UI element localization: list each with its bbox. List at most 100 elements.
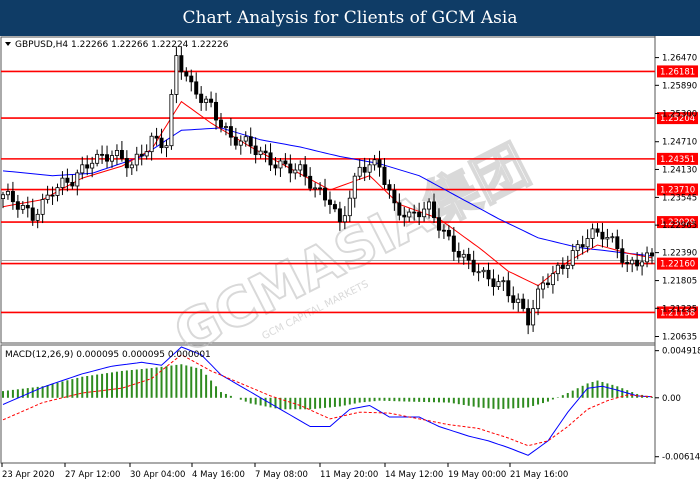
price-tick-label: 1.23545 (662, 193, 697, 203)
candle-body (635, 259, 640, 267)
macd-tick-label: 0.00 (662, 394, 681, 404)
candle-body (332, 204, 337, 210)
time-tick-label: 19 May 00:00 (448, 470, 506, 480)
candle-body (407, 211, 412, 218)
candle-body (347, 197, 352, 217)
candle-body (159, 137, 164, 149)
candle-body (293, 169, 298, 174)
candle-body (60, 177, 65, 188)
candle-body (124, 158, 129, 169)
candle-body (283, 160, 288, 165)
candle-body (25, 205, 30, 209)
candle-body (362, 166, 367, 173)
candle-body (560, 264, 565, 269)
candle-body (625, 262, 630, 265)
candle-body (248, 136, 253, 147)
candle-body (650, 252, 655, 257)
price-tick-label: 1.25300 (662, 110, 697, 120)
candle-body (590, 228, 595, 239)
candle-body (273, 164, 278, 169)
candle-body (531, 308, 536, 326)
price-tick-label: 1.22965 (662, 221, 697, 231)
candle-body (565, 264, 570, 269)
candle-body (387, 184, 392, 191)
candle-body (427, 201, 432, 210)
candle-body (506, 280, 511, 297)
candle-body (432, 201, 437, 219)
candle-body (417, 211, 422, 218)
candle-body (194, 81, 199, 95)
candle-body (471, 259, 476, 273)
macd-tick-label: 0.004918 (662, 347, 700, 357)
candle-body (303, 164, 308, 177)
candle-body (85, 164, 90, 169)
candle-body (402, 214, 407, 218)
candle-body (526, 308, 531, 326)
candle-body (278, 160, 283, 169)
candle-body (10, 191, 15, 203)
candle-body (233, 136, 238, 146)
candle-body (139, 153, 144, 157)
candle-body (491, 278, 496, 287)
candle-body (50, 194, 55, 197)
candle-body (476, 271, 481, 274)
macd-axis: 0.004918 0.00 -0.006149 (655, 347, 700, 463)
candle-body (342, 215, 347, 223)
candle-body (352, 175, 357, 199)
candle-body (595, 228, 600, 233)
candle-body (600, 231, 605, 240)
price-tick-label: 1.24130 (662, 165, 697, 175)
candle-body (555, 264, 560, 275)
candle-body (15, 201, 20, 210)
candle-body (109, 155, 114, 162)
candle-body (35, 213, 40, 221)
price-axis: 1.26470 1.25890 1.25300 1.24710 1.24130 1.235… (655, 54, 697, 343)
candle-body (436, 217, 441, 231)
candle-body (263, 150, 268, 154)
candle-body (550, 273, 555, 286)
candle-body (105, 154, 110, 162)
time-tick-label: 23 Apr 2020 (2, 470, 55, 480)
candle-body (541, 282, 546, 290)
candle-body (154, 135, 159, 139)
candle-body (223, 126, 228, 128)
candle-body (80, 164, 85, 174)
level-price-label: 1.22160 (660, 260, 695, 270)
candle-body (268, 152, 273, 166)
candle-body (119, 150, 124, 159)
candle-body (100, 153, 105, 156)
candle-body (164, 145, 169, 149)
candle-body (114, 150, 119, 156)
candle-body (372, 159, 377, 166)
candle-body (70, 181, 75, 187)
candle-body (481, 269, 486, 273)
candle-body (357, 166, 362, 177)
candle-body (298, 164, 303, 171)
macd-info: MACD(12,26,9) 0.000095 0.000095 0.000001 (5, 350, 211, 360)
candle-body (536, 288, 541, 310)
candle-body (214, 101, 219, 121)
time-tick-label: 4 May 16:00 (192, 470, 245, 480)
price-tick-label: 1.24710 (662, 138, 697, 148)
time-tick-label: 14 May 12:00 (385, 470, 443, 480)
price-tick-label: 1.21225 (662, 304, 697, 314)
candle-body (575, 244, 580, 251)
candle-body (422, 208, 427, 218)
candle-body (645, 252, 650, 263)
candle-body (382, 166, 387, 185)
candle-body (545, 282, 550, 286)
candle-body (228, 126, 233, 138)
time-tick-label: 21 May 16:00 (510, 470, 568, 480)
candle-body (605, 236, 610, 240)
candle-body (392, 189, 397, 204)
candle-body (327, 199, 332, 205)
candle-body (129, 164, 134, 169)
level-price-label: 1.24351 (660, 155, 695, 165)
price-tick-label: 1.26470 (662, 54, 697, 64)
level-price-label: 1.26181 (660, 67, 695, 77)
candle-body (461, 253, 466, 258)
candle-body (204, 98, 209, 103)
candle-body (466, 253, 471, 261)
candle-body (174, 55, 179, 95)
candle-body (0, 194, 6, 199)
